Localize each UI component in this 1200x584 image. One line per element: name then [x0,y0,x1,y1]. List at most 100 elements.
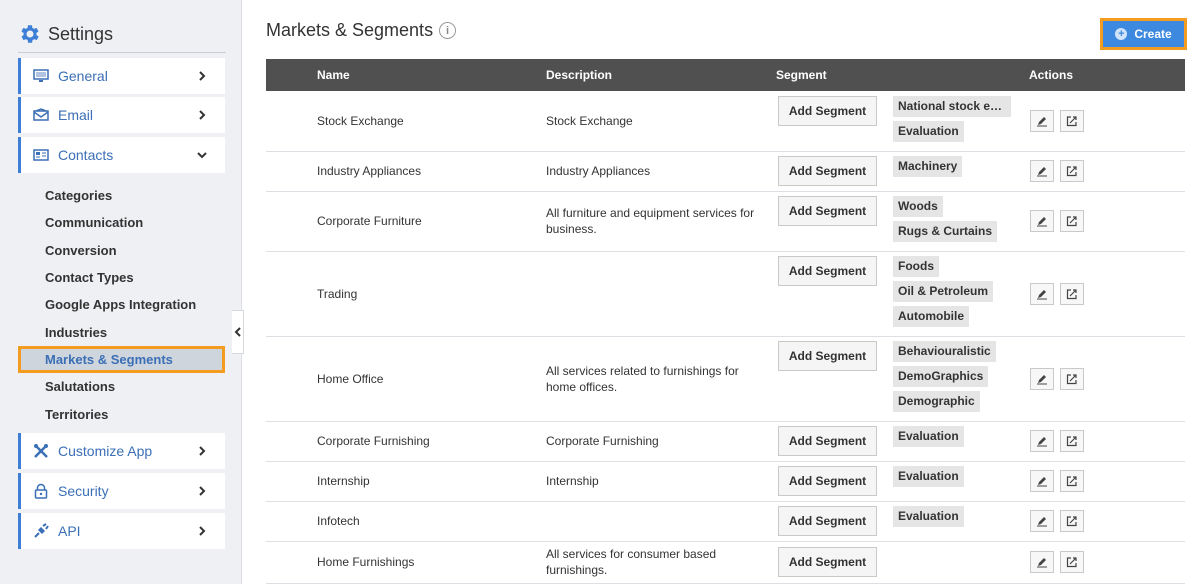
cell-name: Internship [317,461,546,502]
create-button[interactable]: + Create [1100,18,1187,50]
page-title: Markets & Segments i [266,20,457,41]
cell-name: Corporate Furniture [317,191,546,252]
cell-segment: Add Segment Machinery [776,151,1029,192]
open-button[interactable] [1060,210,1084,232]
table-row: Home Office All services related to furn… [266,336,1185,422]
open-button[interactable] [1060,470,1084,492]
pencil-icon [1037,374,1047,384]
submenu-item-categories[interactable]: Categories [18,182,225,209]
cell-segment: Add Segment Woods Rugs & Curtains [776,191,1029,252]
table-row: Internship Internship Add Segment Evalua… [266,461,1185,502]
open-button[interactable] [1060,551,1084,573]
segment-tag[interactable]: Evaluation [893,426,964,447]
sidebar-item-customize-app[interactable]: Customize App [18,433,225,469]
segment-tag[interactable]: Behaviouralistic [893,341,996,362]
table-row: Industry Appliances Industry Appliances … [266,151,1185,192]
add-segment-button[interactable]: Add Segment [778,506,877,536]
external-edit-icon [1066,116,1077,126]
add-segment-button[interactable]: Add Segment [778,341,877,371]
open-button[interactable] [1060,109,1084,132]
segment-tag[interactable]: Evaluation [893,466,964,487]
edit-button[interactable] [1030,109,1054,132]
edit-button[interactable] [1030,470,1054,492]
edit-button[interactable] [1030,510,1054,532]
cell-name: Industry Appliances [317,151,546,192]
segment-tag[interactable]: Evaluation [893,120,964,142]
external-edit-icon [1066,288,1077,299]
open-button[interactable] [1060,160,1084,182]
submenu-item-conversion[interactable]: Conversion [18,237,225,264]
segment-tag[interactable]: DemoGraphics [893,366,989,387]
segment-tag[interactable]: Evaluation [893,506,964,527]
table-row: Trading Add Segment Foods Oil & Petroleum… [266,251,1185,337]
external-edit-icon [1066,436,1077,447]
open-button[interactable] [1060,430,1084,452]
markets-segments-table: Name Description Segment Actions Stock E… [266,59,1185,584]
submenu-item-industries[interactable]: Industries [18,318,225,345]
add-segment-button[interactable]: Add Segment [778,156,877,186]
page-title-text: Markets & Segments [266,20,434,40]
edit-button[interactable] [1030,210,1054,232]
contacts-submenu: Categories Communication Conversion Cont… [18,182,225,428]
segment-tags: Evaluation [893,466,964,491]
external-edit-icon [1066,216,1077,227]
segment-tag[interactable]: National stock exchange [893,95,1011,117]
open-button[interactable] [1060,367,1084,390]
cell-segment: Add Segment National stock exchange Evalu… [776,91,1029,152]
segment-tag[interactable]: Foods [893,256,939,277]
sidebar-item-general[interactable]: General [18,58,225,94]
cell-name: Stock Exchange [317,91,546,152]
external-edit-icon [1066,557,1077,568]
submenu-item-territories[interactable]: Territories [18,400,225,427]
segment-tags: Evaluation [893,426,964,451]
sidebar-title: Settings [48,24,114,44]
sidebar-item-email[interactable]: Email [18,97,225,133]
edit-button[interactable] [1030,551,1054,573]
cell-name: Infotech [317,501,546,542]
cell-description: All furniture and equipment services for… [546,191,776,252]
table-row: Stock Exchange Stock Exchange Add Segmen… [266,91,1185,152]
cell-segment: Add Segment Evaluation [776,461,1029,502]
add-segment-button[interactable]: Add Segment [778,547,877,577]
sidebar-item-security[interactable]: Security [18,473,225,509]
add-segment-button[interactable]: Add Segment [778,466,877,496]
edit-button[interactable] [1030,367,1054,390]
submenu-item-communication[interactable]: Communication [18,209,225,236]
settings-sidebar: Settings General Email Contacts Categori… [0,0,242,584]
cell-actions [1029,91,1185,152]
info-icon[interactable]: i [439,22,457,39]
sidebar-item-label: Email [58,107,94,123]
lock-icon [33,483,49,499]
external-edit-icon [1066,516,1077,527]
submenu-item-markets-segments[interactable]: Markets & Segments [18,345,225,374]
add-segment-button[interactable]: Add Segment [778,196,877,226]
submenu-item-salutations[interactable]: Salutations [18,373,225,400]
edit-button[interactable] [1030,430,1054,452]
sidebar-header: Settings [18,20,226,53]
segment-tag[interactable]: Rugs & Curtains [893,221,998,242]
add-segment-button[interactable]: Add Segment [778,95,877,126]
add-segment-button[interactable]: Add Segment [778,256,877,286]
cell-name: Home Furnishings [317,541,546,584]
open-button[interactable] [1060,282,1084,305]
pencil-icon [1037,517,1047,527]
open-button[interactable] [1060,510,1084,532]
segment-tag[interactable]: Automobile [893,306,969,327]
submenu-item-contact-types[interactable]: Contact Types [18,264,225,291]
edit-button[interactable] [1030,282,1054,305]
sidebar-item-api[interactable]: API [18,513,225,549]
segment-tag[interactable]: Woods [893,196,943,217]
chevron-right-icon [199,446,206,456]
edit-button[interactable] [1030,160,1054,182]
sidebar-item-contacts[interactable]: Contacts [18,137,225,173]
add-segment-button[interactable]: Add Segment [778,426,877,456]
sidebar-item-label: Customize App [58,443,153,459]
segment-tag[interactable]: Demographic [893,391,980,412]
chevron-right-icon [199,486,206,496]
pencil-icon [1037,477,1047,487]
cell-actions [1029,501,1185,542]
submenu-item-google-apps-integration[interactable]: Google Apps Integration [18,291,225,318]
segment-tag[interactable]: Oil & Petroleum [893,281,994,302]
cell-actions [1029,336,1185,422]
segment-tag[interactable]: Machinery [893,156,963,177]
